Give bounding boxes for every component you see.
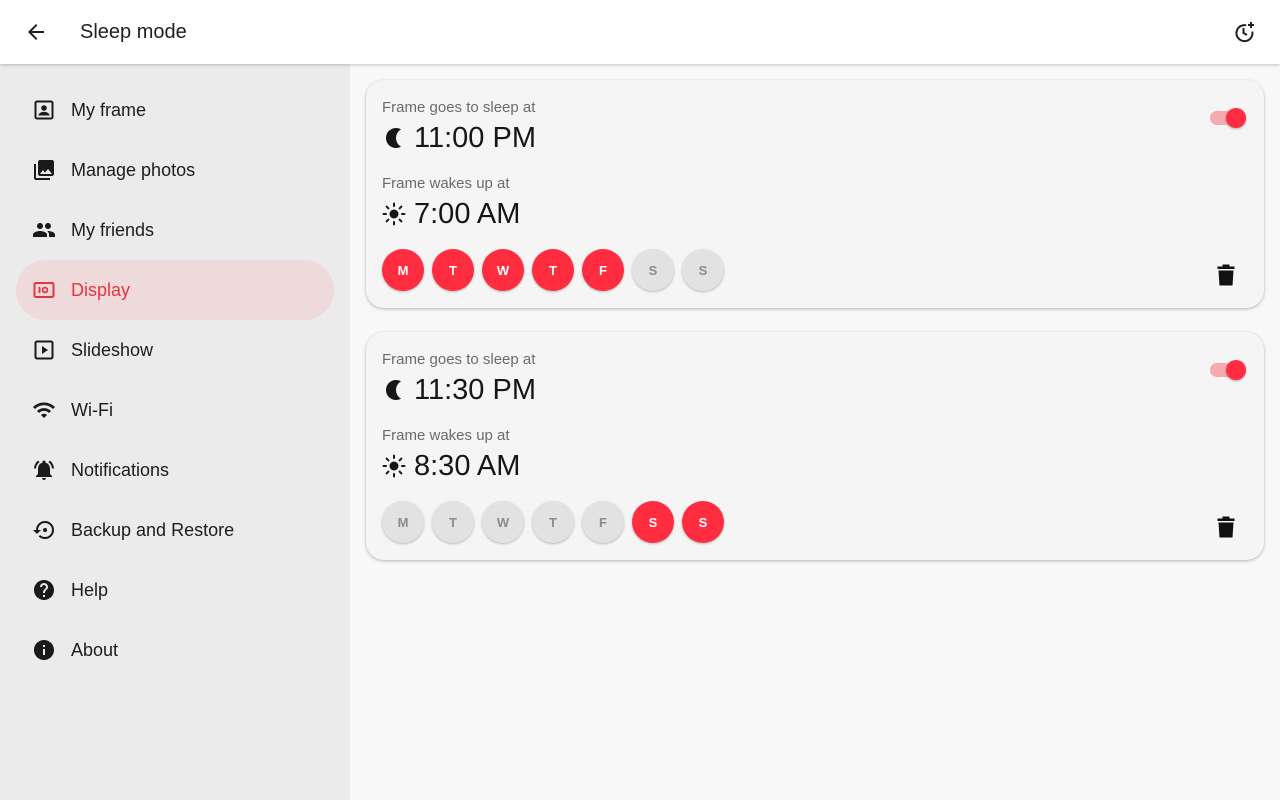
- sleep-time: 11:30 PM: [414, 374, 536, 406]
- day-chip[interactable]: S: [632, 249, 674, 291]
- restore-icon: [33, 521, 54, 539]
- sleep-time-row[interactable]: 11:00 PM: [382, 120, 536, 156]
- sleep-time: 11:00 PM: [414, 122, 536, 154]
- toggle-thumb: [1226, 108, 1246, 128]
- wake-label: Frame wakes up at: [382, 427, 510, 444]
- nav-item-my-friends[interactable]: My friends: [16, 200, 334, 260]
- day-chip[interactable]: M: [382, 501, 424, 543]
- nav-label: Backup and Restore: [71, 520, 235, 540]
- nav-label: Wi-Fi: [71, 400, 113, 420]
- sun-icon: [382, 202, 406, 226]
- wake-time-row[interactable]: 8:30 AM: [382, 448, 520, 484]
- nav-item-slideshow[interactable]: Slideshow: [16, 320, 334, 380]
- page-title: Sleep mode: [80, 21, 187, 43]
- delete-icon[interactable]: [1216, 264, 1236, 286]
- nav-label: Notifications: [71, 460, 170, 480]
- arrow-back-icon: [28, 24, 44, 40]
- app-bar: Sleep mode: [0, 0, 1280, 64]
- day-chip[interactable]: F: [582, 501, 624, 543]
- nav-item-about[interactable]: About: [16, 620, 334, 680]
- add-schedule-button[interactable]: [1224, 12, 1264, 52]
- wake-time: 8:30 AM: [414, 450, 521, 482]
- people-icon: [33, 223, 55, 237]
- wake-label: Frame wakes up at: [382, 175, 510, 192]
- day-chip[interactable]: T: [432, 501, 474, 543]
- day-chip[interactable]: F: [582, 249, 624, 291]
- day-chip[interactable]: S: [682, 249, 724, 291]
- delete-icon[interactable]: [1216, 516, 1236, 538]
- day-chip[interactable]: M: [382, 249, 424, 291]
- wake-time: 7:00 AM: [414, 198, 521, 230]
- nav-item-my-frame[interactable]: My frame: [16, 80, 334, 140]
- sleep-time-row[interactable]: 11:30 PM: [382, 372, 536, 408]
- day-chip[interactable]: S: [682, 501, 724, 543]
- moon-icon: [386, 128, 401, 148]
- day-chip[interactable]: T: [432, 249, 474, 291]
- add-alarm-icon: [1235, 22, 1254, 43]
- day-chip[interactable]: S: [632, 501, 674, 543]
- nav-label: About: [71, 640, 119, 660]
- info-icon: [34, 640, 54, 660]
- nav-label: Display: [71, 280, 131, 300]
- nav-item-backup-restore[interactable]: Backup and Restore: [16, 500, 334, 560]
- portrait-icon: [34, 100, 54, 120]
- schedule-enabled-toggle[interactable]: [1210, 358, 1246, 382]
- day-chip[interactable]: W: [482, 501, 524, 543]
- slideshow-icon: [34, 340, 54, 360]
- nav-label: Slideshow: [71, 340, 154, 360]
- sleep-schedule-card[interactable]: Frame goes to sleep at 11:00 PM Frame wa…: [366, 80, 1264, 308]
- day-chip[interactable]: T: [532, 249, 574, 291]
- photo-library-icon: [34, 160, 54, 180]
- back-button[interactable]: [16, 12, 56, 52]
- display-settings-icon: [33, 282, 55, 298]
- wake-time-row[interactable]: 7:00 AM: [382, 196, 520, 232]
- wifi-icon: [33, 402, 55, 418]
- sleep-label: Frame goes to sleep at: [382, 99, 536, 116]
- navigation-drawer: My frame Manage photos My friends Displa…: [0, 64, 350, 800]
- nav-item-help[interactable]: Help: [16, 560, 334, 620]
- nav-item-wifi[interactable]: Wi-Fi: [16, 380, 334, 440]
- nav-label: Manage photos: [71, 160, 196, 180]
- help-icon: [34, 580, 54, 600]
- notifications-active-icon: [34, 460, 54, 480]
- moon-icon: [386, 380, 401, 400]
- nav-item-manage-photos[interactable]: Manage photos: [16, 140, 334, 200]
- nav-item-display[interactable]: Display: [16, 260, 334, 320]
- nav-label: My frame: [71, 100, 147, 120]
- nav-label: Help: [71, 580, 109, 600]
- schedule-enabled-toggle[interactable]: [1210, 106, 1246, 130]
- nav-label: My friends: [71, 220, 155, 240]
- nav-item-notifications[interactable]: Notifications: [16, 440, 334, 500]
- day-chip[interactable]: W: [482, 249, 524, 291]
- sleep-schedule-card[interactable]: Frame goes to sleep at 11:30 PM Frame wa…: [366, 332, 1264, 560]
- toggle-thumb: [1226, 360, 1246, 380]
- day-chip[interactable]: T: [532, 501, 574, 543]
- sleep-label: Frame goes to sleep at: [382, 351, 536, 368]
- sun-icon: [382, 454, 406, 478]
